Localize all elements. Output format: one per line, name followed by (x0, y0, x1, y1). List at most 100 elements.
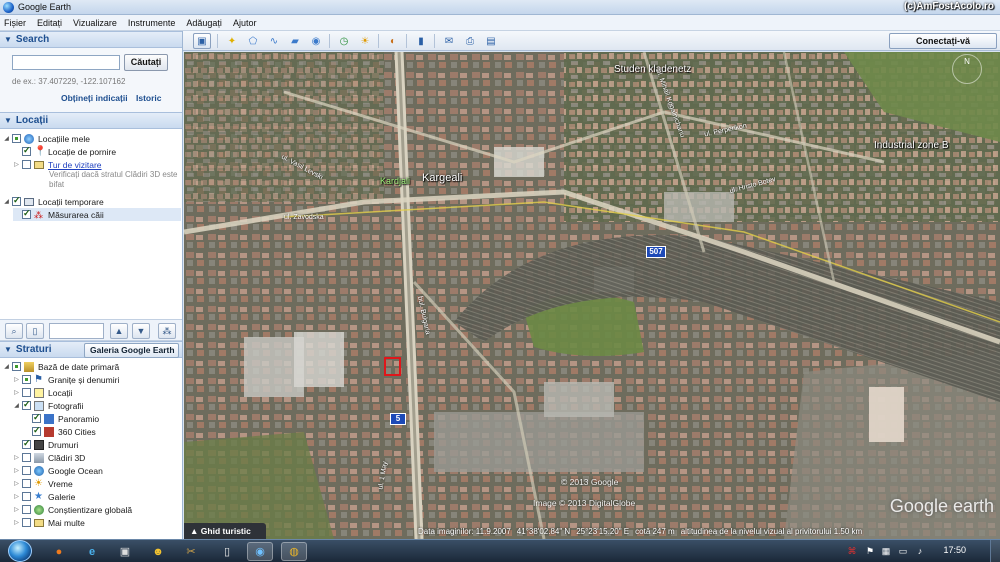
checkbox[interactable] (32, 412, 41, 423)
checkbox[interactable] (22, 375, 31, 384)
layer-primary-database[interactable]: ◢ Bază de date primară (3, 360, 119, 373)
expand-icon[interactable]: ▷ (13, 454, 20, 461)
checkbox[interactable] (12, 362, 21, 371)
checkbox[interactable] (22, 399, 31, 410)
acrobat-tray-icon[interactable]: ⌘ (846, 545, 858, 557)
search-button[interactable]: Căutați (124, 54, 168, 71)
checkbox[interactable] (22, 492, 31, 501)
menu-help[interactable]: Ajutor (233, 18, 257, 28)
taskbar-clock[interactable]: 17:50 (943, 545, 966, 555)
checkbox[interactable] (22, 453, 31, 462)
expand-icon[interactable]: ▷ (13, 506, 20, 513)
ie-taskbar-icon[interactable]: e (79, 542, 105, 561)
ruler-button[interactable]: ▮ (412, 33, 430, 49)
checkbox[interactable] (22, 438, 31, 449)
toggle-sidebar-button[interactable]: ▣ (193, 33, 211, 49)
layer-photos[interactable]: ◢ Fotografii (13, 399, 83, 412)
layer-more[interactable]: ▷ Mai multe (13, 516, 85, 529)
expand-icon[interactable]: ◢ (3, 135, 10, 142)
checkbox[interactable] (22, 208, 31, 219)
print-button[interactable]: ⎙ (461, 33, 479, 49)
network-tray-icon[interactable]: ▦ (880, 545, 892, 557)
expand-icon[interactable]: ◢ (13, 402, 20, 409)
menu-view[interactable]: Vizualizare (73, 18, 117, 28)
map-view[interactable]: Studen kladenetz Industrial zone B Karge… (184, 52, 1000, 539)
checkbox[interactable] (22, 388, 31, 397)
layer-borders-labels[interactable]: ▷ ⚑ Granițe și denumiri (13, 373, 119, 386)
checkbox[interactable] (32, 425, 41, 436)
expand-icon[interactable]: ▷ (13, 480, 20, 487)
record-tour-button[interactable]: ◉ (307, 33, 325, 49)
search-input[interactable] (12, 55, 120, 70)
checkbox[interactable] (12, 195, 21, 206)
checkbox[interactable] (12, 134, 21, 143)
documents-taskbar-icon[interactable]: ▯ (214, 542, 240, 561)
monitor-tray-icon[interactable]: ▭ (897, 545, 909, 557)
expand-icon[interactable]: ▷ (13, 376, 20, 383)
sunlight-button[interactable]: ☀ (356, 33, 374, 49)
place-label[interactable]: Kardjali (380, 176, 410, 186)
layer-3d-buildings[interactable]: ▷ Clădiri 3D (13, 451, 85, 464)
sign-in-button[interactable]: Conectați-vă (889, 33, 997, 49)
expand-icon[interactable]: ▷ (13, 467, 20, 474)
layer-gallery[interactable]: ▷ ★ Galerie (13, 490, 75, 503)
camera-taskbar-icon[interactable]: ▣ (112, 542, 138, 561)
menu-add[interactable]: Adăugați (186, 18, 222, 28)
expand-icon[interactable]: ◢ (3, 363, 10, 370)
layer-weather[interactable]: ▷ ☀ Vreme (13, 477, 73, 490)
start-button[interactable] (8, 540, 32, 562)
layers-panel-header[interactable]: ▼ Straturi Galeria Google Earth » (0, 341, 182, 368)
add-image-overlay-button[interactable]: ▰ (286, 33, 304, 49)
layer-panoramio[interactable]: Panoramio (23, 412, 99, 425)
move-down-button[interactable]: ▼ (132, 323, 150, 339)
volume-tray-icon[interactable]: ♪ (914, 545, 926, 557)
google-earth-taskbar-icon[interactable]: ◉ (247, 542, 273, 561)
messenger-taskbar-icon[interactable]: ☻ (145, 542, 171, 561)
layer-360-cities[interactable]: 360 Cities (23, 425, 96, 438)
compass-icon[interactable]: N (952, 54, 982, 84)
checkbox[interactable] (22, 479, 31, 488)
history-link[interactable]: Istoric (136, 93, 162, 103)
expand-icon[interactable]: ▷ (13, 493, 20, 500)
menu-edit[interactable]: Editați (37, 18, 62, 28)
layer-google-ocean[interactable]: ▷ Google Ocean (13, 464, 103, 477)
earth-gallery-button[interactable]: Galeria Google Earth » (84, 343, 179, 368)
add-polygon-button[interactable]: ⬠ (244, 33, 262, 49)
place-label[interactable]: Kargeali (422, 172, 462, 184)
search-panel-header[interactable]: ▼ Search (0, 31, 182, 48)
toggle-panel-button[interactable]: ▯ (26, 323, 44, 339)
historical-imagery-button[interactable]: ◷ (335, 33, 353, 49)
tour-guide-tab[interactable]: ▲ Ghid turistic (184, 523, 266, 539)
tree-item-temporary-places[interactable]: ◢ Locații temporare (3, 195, 103, 208)
tree-item-start-location[interactable]: 📍 Locație de pornire (13, 145, 116, 158)
tools-taskbar-icon[interactable]: ✂ (178, 542, 204, 561)
chrome-taskbar-icon[interactable]: ◍ (281, 542, 307, 561)
checkbox[interactable] (22, 160, 31, 169)
tree-item-path-measure[interactable]: ⁂ Măsurarea căii (13, 208, 181, 221)
checkbox[interactable] (22, 466, 31, 475)
places-filter-field[interactable] (49, 323, 104, 339)
menu-file[interactable]: Fișier (4, 18, 26, 28)
move-up-button[interactable]: ▲ (110, 323, 128, 339)
firefox-taskbar-icon[interactable]: ● (46, 542, 72, 561)
expand-icon[interactable]: ▷ (13, 519, 20, 526)
place-label[interactable]: Industrial zone B (874, 140, 949, 151)
expand-icon[interactable]: ▷ (13, 161, 20, 168)
email-button[interactable]: ✉ (440, 33, 458, 49)
layer-roads[interactable]: Drumuri (13, 438, 78, 451)
show-desktop-button[interactable] (990, 540, 1000, 562)
switch-planet-button[interactable]: ◐ (384, 33, 402, 49)
checkbox[interactable] (22, 145, 31, 156)
tree-item-link[interactable]: Tur de vizitare (48, 160, 102, 170)
layer-places[interactable]: ▷ Locații (13, 386, 73, 399)
menu-tools[interactable]: Instrumente (128, 18, 176, 28)
play-tour-button[interactable]: ⁂ (158, 323, 176, 339)
place-label[interactable]: Studen kladenetz (614, 64, 691, 75)
checkbox[interactable] (22, 505, 31, 514)
expand-icon[interactable]: ◢ (3, 198, 10, 205)
checkbox[interactable] (22, 518, 31, 527)
add-placemark-button[interactable]: ✦ (223, 33, 241, 49)
get-directions-link[interactable]: Obțineți indicații (61, 93, 128, 103)
search-places-button[interactable]: ⌕ (5, 323, 23, 339)
flag-tray-icon[interactable]: ⚑ (864, 545, 876, 557)
